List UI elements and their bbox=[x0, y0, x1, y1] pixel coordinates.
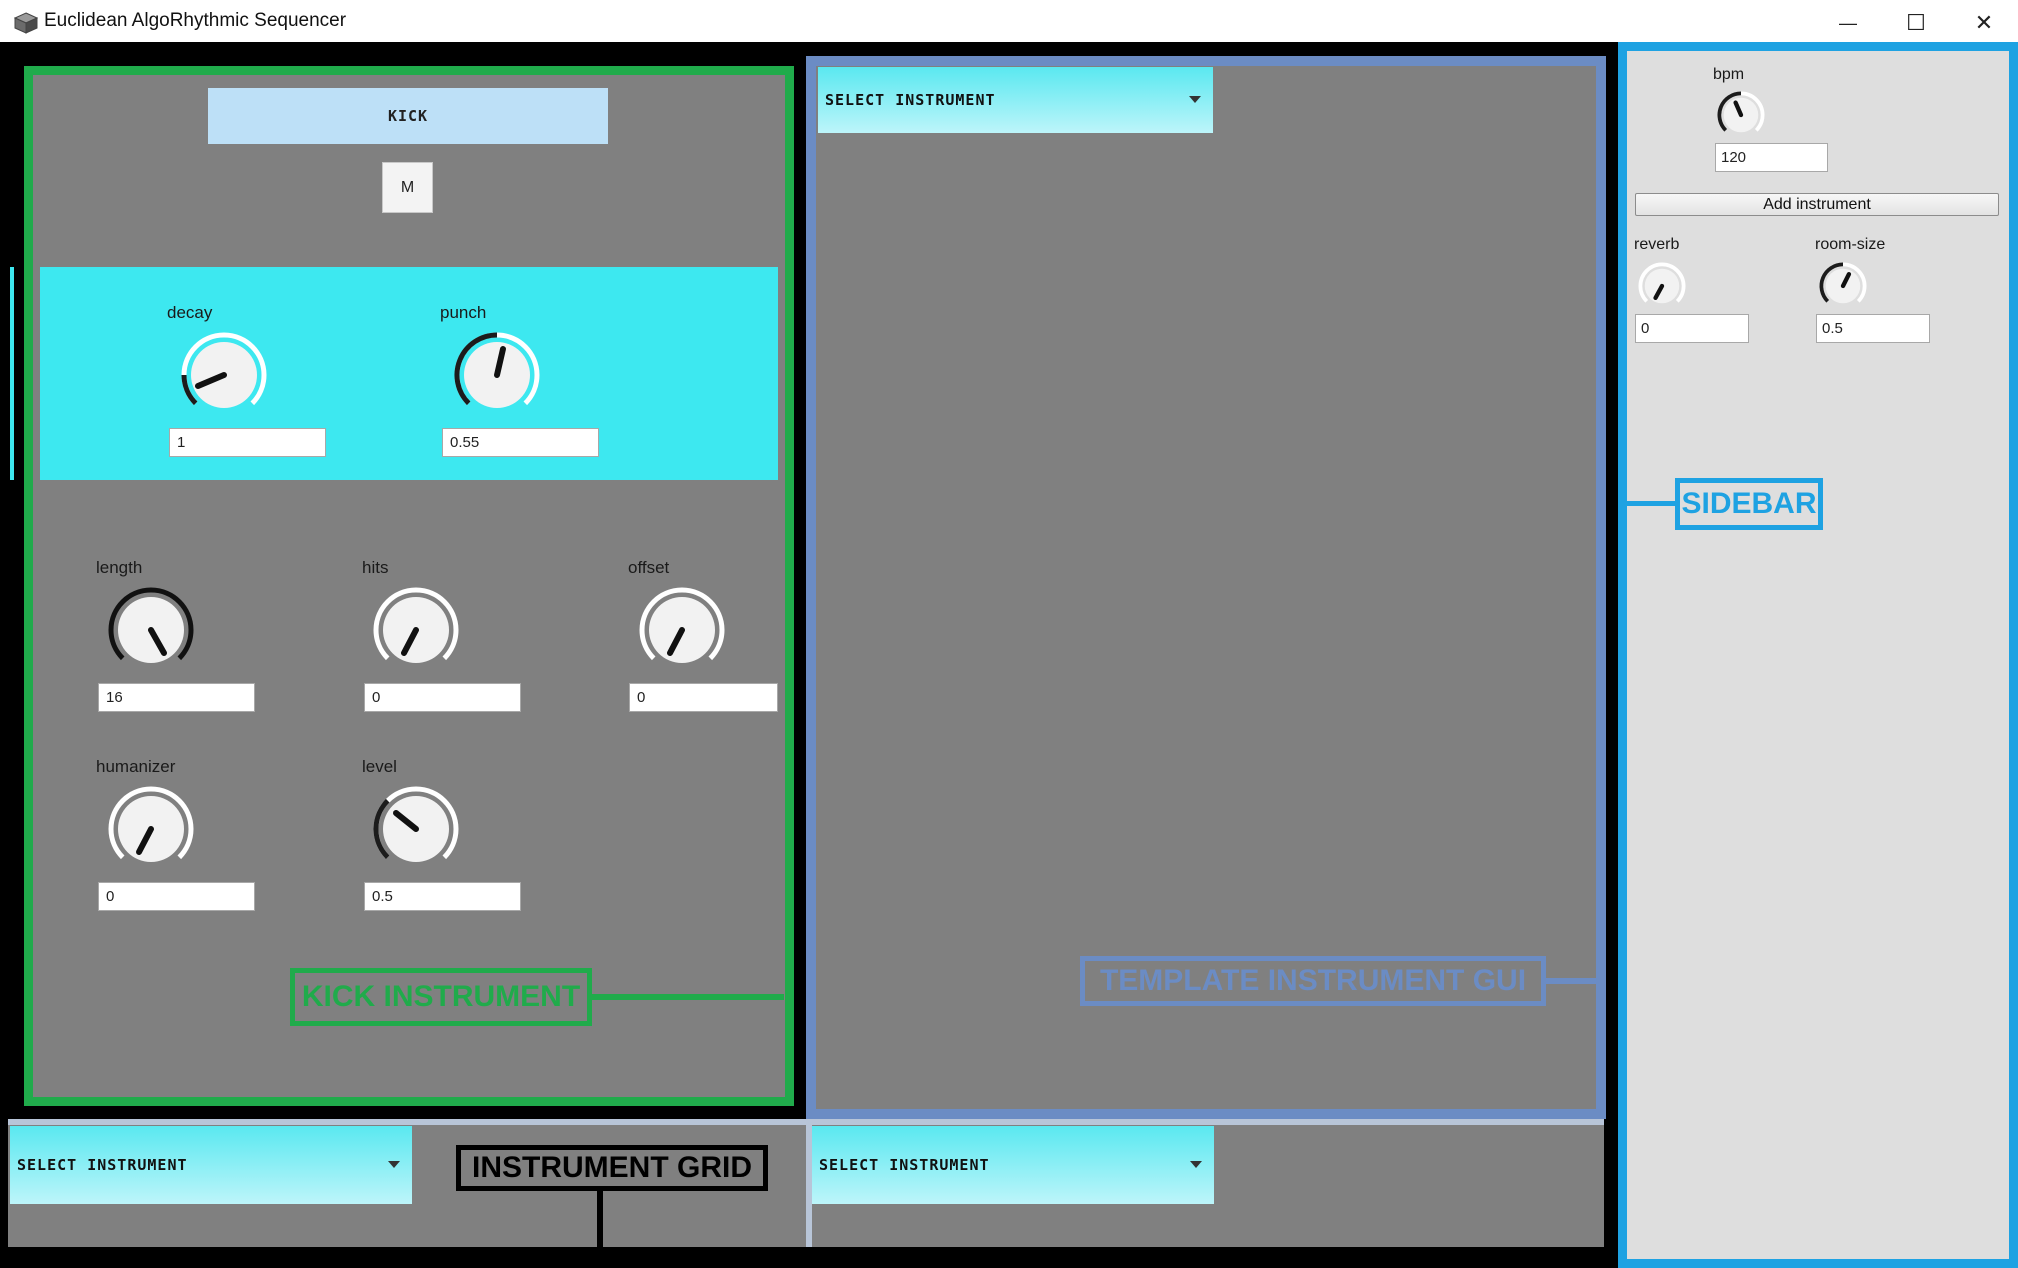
hits-field[interactable]: 0 bbox=[364, 683, 521, 712]
reverb-knob[interactable] bbox=[1635, 259, 1689, 313]
offset-knob[interactable] bbox=[632, 580, 732, 680]
template-instrument-annotation: TEMPLATE INSTRUMENT GUI bbox=[1080, 956, 1546, 1006]
chevron-down-icon bbox=[1190, 1161, 1202, 1168]
select-label: SELECT INSTRUMENT bbox=[825, 91, 996, 109]
room-size-label: room-size bbox=[1815, 236, 1886, 253]
bpm-label: bpm bbox=[1713, 66, 1745, 83]
maximize-button[interactable]: ☐ bbox=[1882, 0, 1950, 46]
template-annotation-connector bbox=[1546, 978, 1598, 984]
grid-annotation-connector bbox=[597, 1191, 603, 1247]
punch-knob[interactable] bbox=[447, 325, 547, 425]
reverb-knob-dial bbox=[1638, 262, 1686, 304]
humanizer-field[interactable]: 0 bbox=[98, 882, 255, 911]
maximize-icon: ☐ bbox=[1906, 10, 1926, 35]
close-button[interactable]: ✕ bbox=[1950, 0, 2018, 46]
room-size-knob-dial bbox=[1819, 262, 1867, 304]
select-label: SELECT INSTRUMENT bbox=[17, 1156, 188, 1174]
offset-label: offset bbox=[628, 558, 670, 577]
bpm-knob-dial bbox=[1717, 91, 1765, 133]
grid-instrument-select-2[interactable]: SELECT INSTRUMENT bbox=[812, 1126, 1214, 1204]
grid-instrument-select-1[interactable]: SELECT INSTRUMENT bbox=[10, 1126, 412, 1204]
hits-knob-dial bbox=[373, 587, 459, 663]
hits-label: hits bbox=[362, 558, 389, 577]
decay-label: decay bbox=[167, 303, 213, 322]
sidebar-annotation: SIDEBAR bbox=[1675, 478, 1823, 530]
level-knob-dial bbox=[373, 786, 459, 862]
length-label: length bbox=[96, 558, 143, 577]
offset-knob-dial bbox=[639, 587, 725, 663]
window-title: Euclidean AlgoRhythmic Sequencer bbox=[44, 10, 347, 31]
reverb-field[interactable]: 0 bbox=[1635, 314, 1749, 343]
humanizer-knob[interactable] bbox=[101, 779, 201, 879]
kick-instrument-annotation: KICK INSTRUMENT bbox=[290, 968, 592, 1026]
room-size-field[interactable]: 0.5 bbox=[1816, 314, 1930, 343]
hits-knob[interactable] bbox=[366, 580, 466, 680]
humanizer-label: humanizer bbox=[96, 757, 176, 776]
length-knob-dial bbox=[108, 587, 194, 663]
offset-field[interactable]: 0 bbox=[629, 683, 778, 712]
decay-field[interactable]: 1 bbox=[169, 428, 326, 457]
room-size-knob[interactable] bbox=[1816, 259, 1870, 313]
close-icon: ✕ bbox=[1974, 10, 1994, 35]
minimize-button[interactable]: — bbox=[1814, 0, 1882, 46]
sidebar bbox=[1618, 42, 2018, 1268]
bpm-knob[interactable] bbox=[1714, 88, 1768, 142]
chevron-down-icon bbox=[388, 1161, 400, 1168]
punch-knob-dial bbox=[454, 332, 540, 408]
chevron-down-icon bbox=[1189, 96, 1201, 103]
length-knob[interactable] bbox=[101, 580, 201, 680]
panel-edge-accent bbox=[10, 267, 14, 480]
level-field[interactable]: 0.5 bbox=[364, 882, 521, 911]
select-label: SELECT INSTRUMENT bbox=[819, 1156, 990, 1174]
bpm-field[interactable]: 120 bbox=[1715, 143, 1828, 172]
humanizer-knob-dial bbox=[108, 786, 194, 862]
mute-button[interactable]: M bbox=[382, 162, 433, 213]
sidebar-annotation-connector bbox=[1626, 501, 1675, 506]
kick-annotation-connector bbox=[592, 994, 784, 1000]
add-instrument-button[interactable]: Add instrument bbox=[1635, 193, 1999, 216]
synth-params-panel bbox=[40, 267, 778, 480]
template-instrument-select[interactable]: SELECT INSTRUMENT bbox=[818, 67, 1213, 133]
length-field[interactable]: 16 bbox=[98, 683, 255, 712]
reverb-label: reverb bbox=[1634, 236, 1680, 253]
level-knob[interactable] bbox=[366, 779, 466, 879]
punch-field[interactable]: 0.55 bbox=[442, 428, 599, 457]
instrument-grid-annotation: INSTRUMENT GRID bbox=[456, 1145, 768, 1191]
decay-knob-dial bbox=[181, 332, 267, 408]
decay-knob[interactable] bbox=[174, 325, 274, 425]
app-icon bbox=[14, 12, 38, 34]
instrument-name-banner: KICK bbox=[208, 88, 608, 144]
minimize-icon: — bbox=[1839, 12, 1857, 33]
level-label: level bbox=[362, 757, 397, 776]
punch-label: punch bbox=[440, 303, 487, 322]
